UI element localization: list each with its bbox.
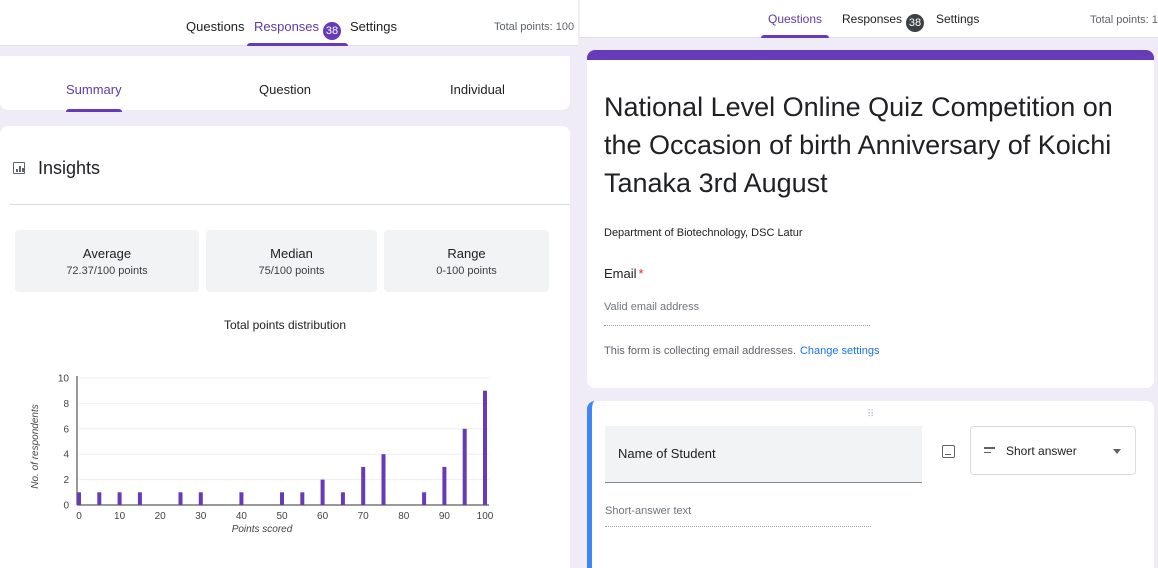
email-label: Email *	[604, 266, 644, 281]
bar	[137, 492, 142, 505]
collection-text: This form is collecting email addresses.	[604, 345, 796, 357]
form-description[interactable]: Department of Biotechnology, DSC Latur	[604, 227, 803, 239]
range-stat: Range 0-100 points	[384, 230, 549, 292]
x-tick-label: 70	[358, 511, 370, 522]
tab-responses-label: Responses	[254, 19, 320, 34]
chevron-down-icon	[1113, 449, 1121, 454]
x-tick-label: 40	[236, 511, 248, 522]
top-navigation: Questions Responses 38 Settings Total poi…	[580, 0, 1158, 38]
y-tick-label: 8	[63, 399, 69, 410]
tab-questions[interactable]: Questions	[760, 12, 830, 38]
bar	[117, 492, 122, 505]
subtab-summary[interactable]: Summary	[66, 82, 122, 112]
tab-settings[interactable]: Settings	[350, 19, 397, 46]
x-tick-label: 50	[276, 511, 288, 522]
bar	[77, 492, 81, 505]
question-type-dropdown[interactable]: Short answer	[970, 426, 1136, 475]
bar	[483, 390, 487, 505]
bar	[178, 492, 183, 505]
bar	[300, 492, 305, 505]
total-points: Total points: 100	[1090, 14, 1158, 26]
bar	[97, 492, 102, 505]
y-axis-label: No. of respondents	[30, 404, 41, 489]
average-stat: Average 72.37/100 points	[15, 230, 199, 292]
y-tick-label: 0	[63, 501, 69, 512]
form-accent-bar	[587, 50, 1154, 60]
x-tick-label: 80	[398, 511, 410, 522]
average-value: 72.37/100 points	[66, 265, 148, 277]
y-tick-label: 6	[63, 424, 69, 435]
change-settings-link[interactable]: Change settings	[800, 345, 880, 357]
x-tick-label: 60	[317, 511, 329, 522]
bar	[361, 466, 366, 505]
bar	[320, 479, 325, 505]
average-label: Average	[82, 246, 132, 261]
x-tick-label: 90	[439, 511, 451, 522]
top-navigation: Questions Responses 38 Settings Total poi…	[0, 0, 578, 46]
form-editor-pane: Questions Responses 38 Settings Total poi…	[580, 0, 1158, 568]
email-collection-notice: This form is collecting email addresses.…	[604, 345, 879, 357]
tab-questions[interactable]: Questions	[186, 19, 245, 46]
total-points: Total points: 100	[494, 21, 575, 33]
y-tick-label: 2	[63, 475, 69, 486]
short-answer-preview: Short-answer text	[605, 505, 871, 527]
tab-responses[interactable]: Responses 38	[842, 12, 925, 38]
subtab-individual[interactable]: Individual	[450, 82, 505, 97]
short-text-icon	[984, 447, 995, 456]
bar	[239, 492, 244, 505]
bar	[198, 492, 203, 505]
question-title-input[interactable]: Name of Student	[605, 426, 922, 483]
insights-card: Insights Average 72.37/100 points Median…	[0, 126, 570, 568]
x-tick-label: 20	[155, 511, 167, 522]
chart-title: Total points distribution	[223, 318, 347, 332]
median-label: Median	[270, 246, 313, 261]
tab-responses-label: Responses	[842, 12, 903, 26]
responses-count-badge: 38	[323, 22, 342, 40]
x-axis-label: Points scored	[232, 524, 293, 535]
x-tick-label: 100	[477, 511, 494, 522]
required-asterisk: *	[638, 266, 644, 281]
median-stat: Median 75/100 points	[206, 230, 377, 292]
median-value: 75/100 points	[258, 265, 325, 277]
x-tick-label: 30	[195, 511, 207, 522]
question-card[interactable]: ⠿ Name of Student Short answer Short-ans…	[587, 401, 1154, 568]
subtab-question[interactable]: Question	[259, 82, 311, 97]
bar	[280, 492, 284, 505]
y-tick-label: 4	[63, 450, 69, 461]
range-label: Range	[447, 246, 486, 261]
insights-title: Insights	[38, 158, 101, 178]
response-view-tabs: Summary Question Individual	[0, 56, 570, 112]
bar	[381, 454, 386, 505]
bar	[422, 492, 427, 505]
x-tick-label: 0	[76, 511, 82, 522]
form-title[interactable]: National Level Online Quiz Competition o…	[604, 88, 1124, 202]
x-tick-label: 10	[114, 511, 126, 522]
insights-chart-icon	[13, 162, 25, 174]
tab-responses[interactable]: Responses 38	[246, 19, 349, 46]
responses-pane: Questions Responses 38 Settings Total poi…	[0, 0, 578, 568]
responses-count-badge: 38	[906, 14, 925, 32]
points-distribution-chart: 02468100 10 20 30 40 50 60 70 80 90 100Points scor…	[30, 374, 494, 536]
form-header-card[interactable]: National Level Online Quiz Competition o…	[587, 50, 1154, 388]
bar	[340, 492, 345, 505]
bar	[462, 428, 467, 505]
tab-settings[interactable]: Settings	[936, 12, 979, 38]
question-title-text: Name of Student	[618, 446, 716, 461]
range-value: 0-100 points	[436, 265, 497, 277]
email-field: Valid email address	[604, 301, 870, 326]
email-label-text: Email	[604, 266, 637, 281]
drag-handle-icon[interactable]: ⠿	[867, 409, 875, 420]
image-icon[interactable]	[942, 445, 955, 458]
bar	[442, 466, 447, 505]
y-tick-label: 10	[58, 374, 70, 385]
question-type-label: Short answer	[1006, 444, 1077, 458]
insights-divider	[10, 204, 570, 205]
